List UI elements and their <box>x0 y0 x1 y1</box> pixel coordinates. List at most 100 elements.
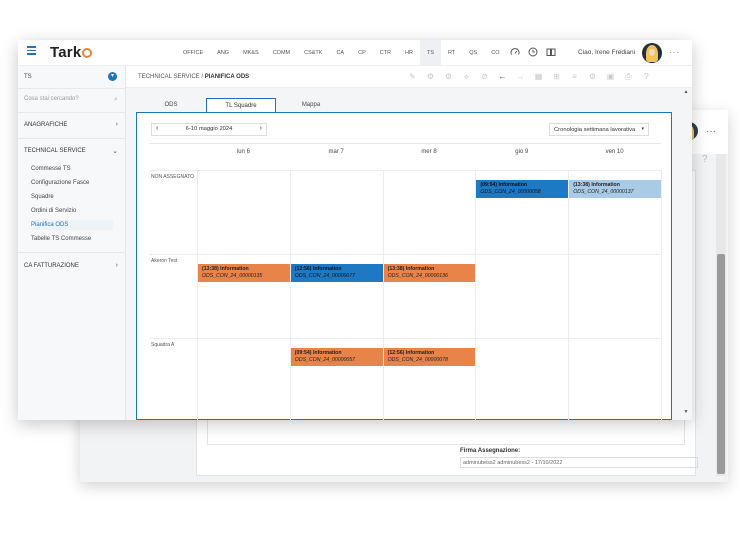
module-comm[interactable]: COMM <box>266 40 297 66</box>
scroll-up-icon[interactable]: ▲ <box>680 89 692 95</box>
module-ctr[interactable]: CTR <box>373 40 398 66</box>
chevron-down-icon[interactable]: ▾ <box>108 72 117 81</box>
background-scrollbar[interactable] <box>716 154 726 476</box>
chevron-right-icon: › <box>115 262 118 269</box>
view-select-value: Cronologia settimana lavorativa <box>554 127 636 133</box>
event-code: ODS_CON_24_00000135 <box>202 273 263 279</box>
event-title: (12:56) Information <box>294 266 342 272</box>
grid-icon[interactable]: ⊞ <box>552 72 561 81</box>
clock-icon[interactable] <box>528 47 538 57</box>
calendar-event[interactable]: (13:38) Information ODS_CON_24_00000136 <box>383 264 476 282</box>
sidebar-item-tabelle-ts-commesse[interactable]: Tabelle TS Commesse <box>31 234 113 244</box>
date-range-label: 6-10 maggio 2024 <box>185 126 233 132</box>
search-icon[interactable]: ⌕ <box>114 96 125 104</box>
divider <box>18 112 126 113</box>
module-hr[interactable]: HR <box>398 40 420 66</box>
module-qs[interactable]: QS <box>462 40 484 66</box>
topbar-icons <box>510 47 556 57</box>
module-office[interactable]: OFFICE <box>176 40 210 66</box>
save-icon[interactable]: ▣ <box>606 72 615 81</box>
module-cp[interactable]: CP <box>351 40 373 66</box>
search-input[interactable]: Cosa stai cercando? <box>24 96 118 108</box>
sidebar-header: TS <box>24 74 32 80</box>
module-ang[interactable]: ANG <box>210 40 236 66</box>
sidebar-item-ordini-di-servizio[interactable]: Ordini di Servizio <box>31 206 113 216</box>
tab-mappa[interactable]: Mappa <box>276 98 346 112</box>
grid-line <box>197 170 198 420</box>
day-header: lun 6 <box>236 149 250 155</box>
background-scroll-thumb[interactable] <box>717 254 725 474</box>
calendar-event[interactable]: (13:38) Information ODS_CON_24_00000135 <box>198 264 290 282</box>
event-code: ODS_CON_24_00000078 <box>387 357 448 363</box>
breadcrumb: TECHNICAL SERVICE / PIANIFICA ODS ✎ ⚙ ⚙ … <box>126 66 692 88</box>
background-more-icon: ··· <box>706 126 716 137</box>
firma-label: Firma Assegnazione: <box>460 448 521 454</box>
attach-icon[interactable]: ⊘ <box>480 72 489 81</box>
sidebar-item-pianifica-ods[interactable]: Pianifica ODS <box>31 220 113 230</box>
tab-tl-squadre[interactable]: TL Squadre <box>206 98 276 112</box>
module-co[interactable]: CO <box>484 40 506 66</box>
module-cstk[interactable]: CS&TK <box>297 40 329 66</box>
divider <box>18 252 126 253</box>
day-header: mer 8 <box>421 149 437 155</box>
sidebar-item-commesse-ts[interactable]: Commesse TS <box>31 164 113 174</box>
view-select[interactable]: Cronologia settimana lavorativa ▾ <box>549 123 649 136</box>
forward-arrow-icon[interactable]: → <box>516 72 525 81</box>
book-icon[interactable] <box>546 47 556 57</box>
settings-icon[interactable]: ⚙ <box>426 72 435 81</box>
content-area: ODS TL Squadre Mappa ‹ 6-10 maggio 2024 › … <box>126 88 692 420</box>
tab-ods[interactable]: ODS <box>136 98 206 112</box>
gear-icon[interactable]: ⚙ <box>588 72 597 81</box>
module-nav: OFFICE ANG MK&S COMM CS&TK CA CP CTR HR TS RT QS CO <box>176 40 506 66</box>
settings-icon[interactable]: ⚙ <box>444 72 453 81</box>
logo-o-icon <box>82 48 93 58</box>
user-avatar[interactable] <box>642 43 662 63</box>
grid-line <box>149 254 661 255</box>
calendar-event[interactable]: (12:56) Information ODS_CON_24_00000077 <box>290 264 383 282</box>
breadcrumb-text: TECHNICAL SERVICE / PIANIFICA ODS <box>138 74 249 80</box>
calendar-event[interactable]: (09:54) Information ODS_CON_24_00000057 <box>290 348 383 366</box>
main-window: Tark OFFICE ANG MK&S COMM CS&TK CA CP CTR HR TS RT… <box>18 40 692 420</box>
day-header: mar 7 <box>328 149 344 155</box>
greeting: Ciao, Irene Frediani <box>578 49 636 56</box>
list-icon[interactable]: ≡ <box>570 72 579 81</box>
edit-icon[interactable]: ✎ <box>408 72 417 81</box>
grid-line <box>661 170 662 420</box>
sidebar-item-squadre[interactable]: Squadre <box>31 192 113 202</box>
scroll-down-icon[interactable]: ▼ <box>680 409 692 415</box>
sidebar-section-anagrafiche[interactable]: ANAGRAFICHE › <box>24 121 118 128</box>
module-mks[interactable]: MK&S <box>236 40 266 66</box>
print-icon[interactable]: ⎙ <box>624 72 633 81</box>
menu-icon[interactable] <box>27 46 36 57</box>
chevron-down-icon: ⌄ <box>112 148 118 155</box>
help-icon[interactable]: ? <box>642 72 651 81</box>
day-header: ven 10 <box>605 149 624 155</box>
breadcrumb-separator: / <box>201 74 204 80</box>
event-code: ODS_CON_24_00000058 <box>480 189 541 195</box>
sidebar-section-ca-fatturazione[interactable]: CA FATTURAZIONE › <box>24 262 118 269</box>
grid-line <box>149 338 661 339</box>
topbar: Tark OFFICE ANG MK&S COMM CS&TK CA CP CTR HR TS RT… <box>18 40 692 66</box>
more-icon[interactable]: ··· <box>669 48 680 57</box>
firma-value: adminubess2 adminubess2 - 17/10/2022 <box>460 457 698 468</box>
calendar-event[interactable]: (13:38) Information ODS_CON_24_00000137 <box>569 180 661 198</box>
calendar-event[interactable]: (09:54) Information ODS_CON_24_00000058 <box>476 180 569 198</box>
day-header: gio 9 <box>515 149 529 155</box>
row-label: Squadra A <box>151 342 175 348</box>
module-rt[interactable]: RT <box>441 40 462 66</box>
grid-line <box>382 170 384 420</box>
back-arrow-icon[interactable]: ← <box>498 72 507 81</box>
divider <box>18 138 126 139</box>
share-icon[interactable]: ⟡ <box>462 72 471 81</box>
chevron-right-icon[interactable]: › <box>260 125 262 132</box>
main-scrollbar[interactable]: ▲ ▼ <box>680 88 692 420</box>
module-ca[interactable]: CA <box>329 40 351 66</box>
breadcrumb-parent[interactable]: TECHNICAL SERVICE <box>138 74 200 80</box>
module-ts[interactable]: TS <box>420 40 442 66</box>
calendar-event[interactable]: (12:56) Information ODS_CON_24_00000078 <box>383 348 476 366</box>
sidebar-section-technical-service[interactable]: TECHNICAL SERVICE ⌄ <box>24 148 118 155</box>
sidebar-item-configurazione-fasce[interactable]: Configurazione Fasce <box>31 178 113 188</box>
grid-line <box>289 170 291 420</box>
speedometer-icon[interactable] <box>510 47 520 57</box>
calendar-icon[interactable]: ▦ <box>534 72 543 81</box>
